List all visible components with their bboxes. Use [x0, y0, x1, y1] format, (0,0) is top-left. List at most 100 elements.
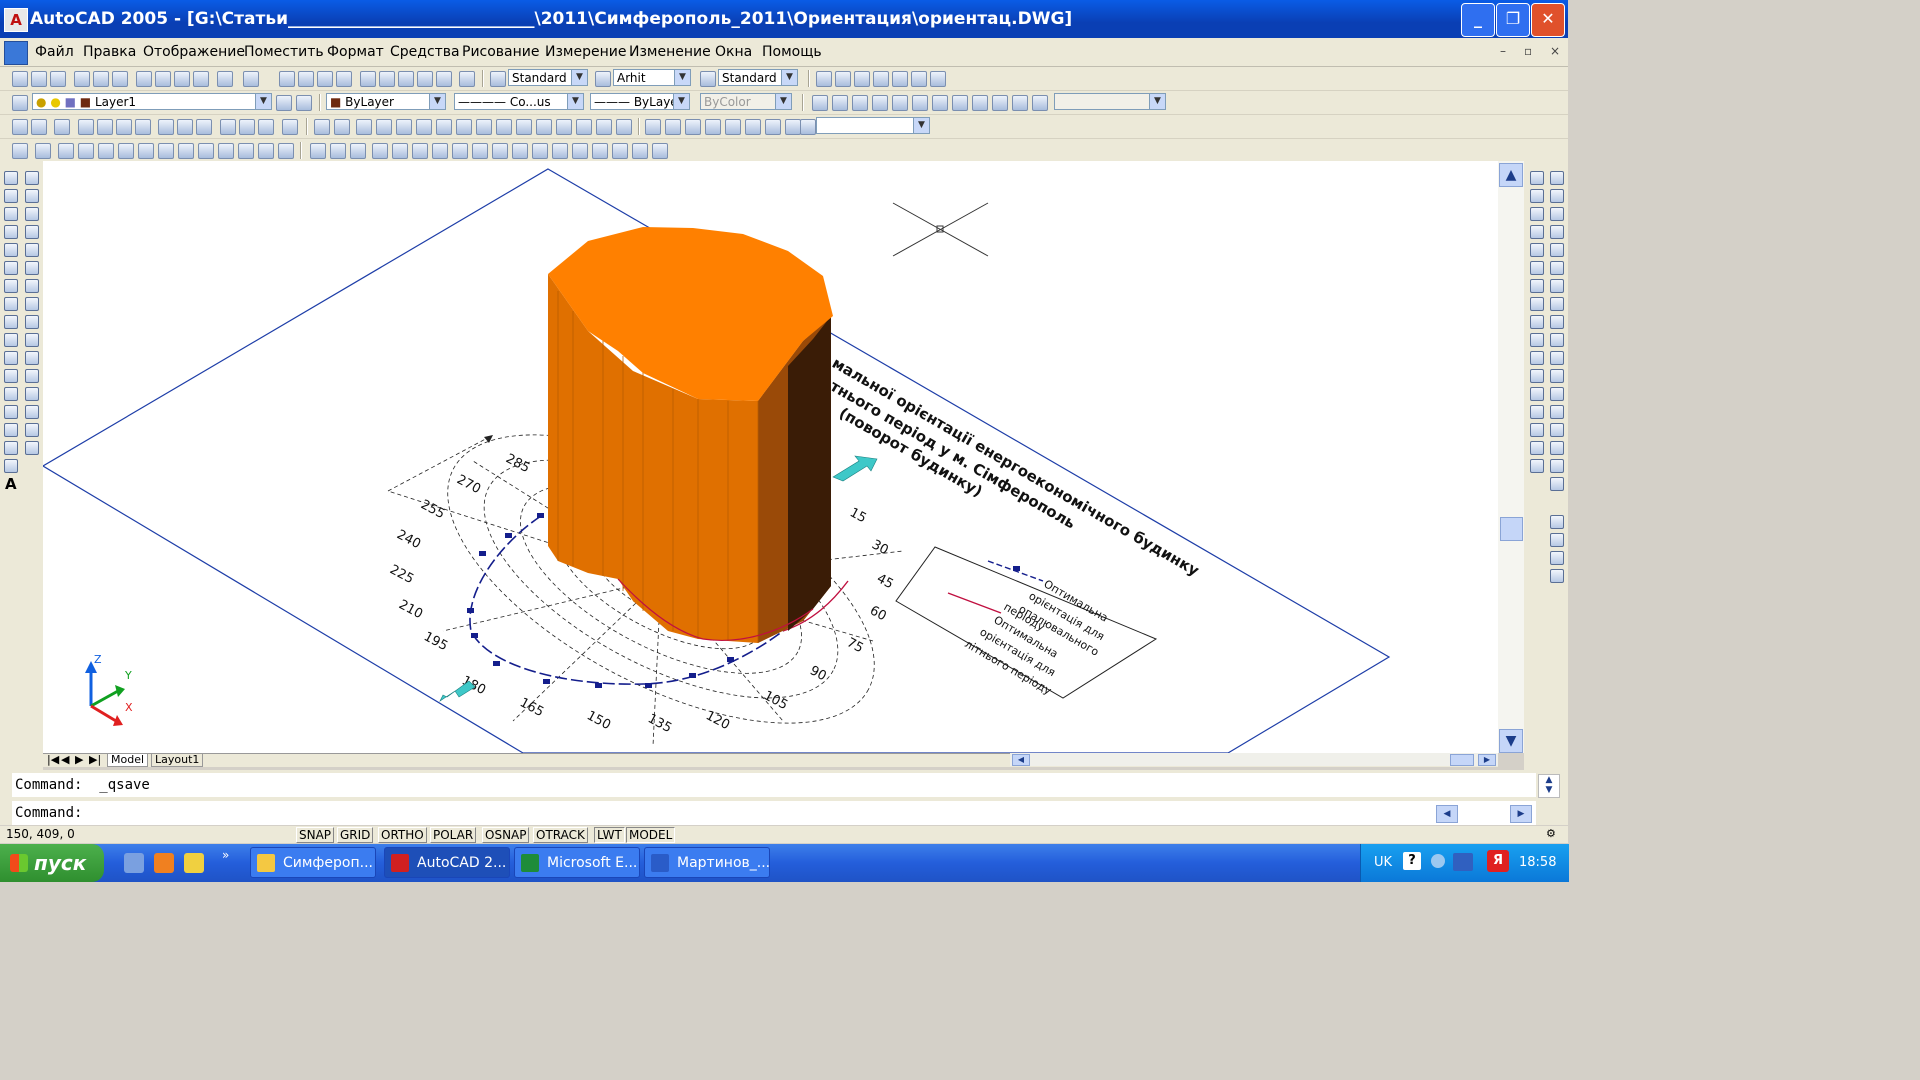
snap-perp-icon[interactable]: [1550, 279, 1564, 293]
linetype-select[interactable]: ———— Co...us ▼: [454, 93, 584, 110]
layer-previous-icon[interactable]: [1550, 515, 1564, 529]
view-front-icon[interactable]: [892, 95, 908, 111]
taper-faces-icon[interactable]: [472, 143, 488, 159]
scroll-up-icon[interactable]: ▲: [1499, 163, 1523, 187]
snap-diamond-icon[interactable]: [1550, 333, 1564, 347]
background-icon[interactable]: [745, 119, 761, 135]
dim-leader-icon[interactable]: [1530, 459, 1544, 473]
lwt-toggle[interactable]: LWT: [594, 827, 625, 843]
osnap-center-icon[interactable]: [1530, 243, 1544, 257]
view-back-icon[interactable]: [912, 95, 928, 111]
zoom-realtime-icon[interactable]: [298, 71, 314, 87]
tool-palettes-icon[interactable]: [398, 71, 414, 87]
snap-cross-icon[interactable]: [1550, 261, 1564, 275]
osnap-none-icon[interactable]: [1530, 387, 1544, 401]
otrack-toggle[interactable]: OTRACK: [533, 827, 588, 843]
landscape-icon[interactable]: [785, 119, 801, 135]
slice-icon[interactable]: [476, 119, 492, 135]
document-icon[interactable]: [4, 41, 28, 65]
spline-icon[interactable]: [4, 315, 18, 329]
temp-track-icon[interactable]: [1550, 171, 1564, 185]
layer-freeze-icon[interactable]: [1550, 551, 1564, 565]
ellipse-icon[interactable]: [4, 333, 18, 347]
plot-preview-icon[interactable]: [93, 71, 109, 87]
undo-icon[interactable]: [217, 71, 233, 87]
camera-icon[interactable]: [1012, 95, 1028, 111]
layer-previous-icon[interactable]: [296, 95, 312, 111]
scenes-icon[interactable]: [645, 119, 661, 135]
fillet-icon[interactable]: [25, 423, 39, 437]
tab-next-icon[interactable]: ▶: [75, 754, 83, 766]
tab-model[interactable]: Model: [107, 754, 149, 767]
osnap-nearest-icon[interactable]: [1530, 369, 1544, 383]
dim-radius-icon[interactable]: [1530, 441, 1544, 455]
menu-format[interactable]: Формат: [327, 44, 384, 60]
array-icon[interactable]: [25, 243, 39, 257]
point-icon[interactable]: [4, 405, 18, 419]
cylinder-icon[interactable]: [356, 119, 372, 135]
snap-quad-icon[interactable]: [1550, 225, 1564, 239]
lineweight-select[interactable]: ——— ByLayer ▼: [590, 93, 690, 110]
save-icon[interactable]: [50, 71, 66, 87]
osnap-settings-icon[interactable]: [1530, 405, 1544, 419]
color-select[interactable]: ■ ByLayer ▼: [326, 93, 446, 110]
copy-object-icon[interactable]: [25, 189, 39, 203]
explode-icon[interactable]: [25, 441, 39, 455]
quicklaunch-overflow-icon[interactable]: »: [222, 848, 229, 862]
horizontal-scrollbar[interactable]: ◀ ▶: [1010, 753, 1498, 766]
paste-icon[interactable]: [174, 71, 190, 87]
drawing-canvas[interactable]: 285 270 255 240 225 210 195 180 165 150 …: [43, 161, 1498, 753]
osnap-toggle[interactable]: OSNAP: [482, 827, 530, 843]
ortho-toggle[interactable]: ORTHO: [378, 827, 427, 843]
osnap-perpendicular-icon[interactable]: [1530, 297, 1544, 311]
flatshot-icon[interactable]: [596, 119, 612, 135]
view-nw-iso-icon[interactable]: [992, 95, 1008, 111]
polygon-icon[interactable]: [4, 225, 18, 239]
offset-icon[interactable]: [25, 225, 39, 239]
extrude-faces-icon[interactable]: [372, 143, 388, 159]
menu-help[interactable]: Помощь: [762, 44, 822, 60]
menu-window[interactable]: Окна: [715, 44, 752, 60]
scroll-right-icon[interactable]: ▶: [1478, 754, 1496, 766]
snap-line-icon[interactable]: [1550, 369, 1564, 383]
close-button[interactable]: ✕: [1531, 3, 1565, 37]
quicklaunch-autocad-icon[interactable]: [184, 853, 204, 873]
zoom-previous-icon[interactable]: [336, 71, 352, 87]
view-left-icon[interactable]: [852, 95, 868, 111]
properties-icon[interactable]: [360, 71, 376, 87]
revision-cloud-icon[interactable]: [4, 297, 18, 311]
view-sw-iso-icon[interactable]: [932, 95, 948, 111]
command-scroll-icon[interactable]: ▲ ▼: [1538, 774, 1560, 798]
sheet-set-icon[interactable]: [417, 71, 433, 87]
osnap-midpoint-icon[interactable]: [1530, 189, 1544, 203]
view-bottom-icon[interactable]: [832, 95, 848, 111]
help-icon[interactable]: [459, 71, 475, 87]
osnap-node-icon[interactable]: [1530, 351, 1544, 365]
menu-draw[interactable]: Рисование: [462, 44, 540, 60]
redo-icon[interactable]: [243, 71, 259, 87]
autocad-app-icon[interactable]: A: [4, 8, 28, 32]
linear-dim-icon[interactable]: [12, 119, 28, 135]
quicklaunch-browser-icon[interactable]: [154, 853, 174, 873]
display-icon[interactable]: [1453, 853, 1473, 871]
language-indicator[interactable]: UK: [1374, 855, 1392, 870]
ucs-y-icon[interactable]: [198, 143, 214, 159]
doc-restore-button[interactable]: ▫: [1524, 44, 1532, 58]
delete-faces-icon[interactable]: [432, 143, 448, 159]
move-faces-icon[interactable]: [392, 143, 408, 159]
section-icon[interactable]: [496, 119, 512, 135]
snap-arc-icon[interactable]: [1550, 351, 1564, 365]
scale-icon[interactable]: [25, 297, 39, 311]
command-input[interactable]: Command:: [12, 801, 1536, 825]
ucs-apply-icon[interactable]: [238, 143, 254, 159]
hscroll-thumb[interactable]: [1450, 754, 1474, 766]
rotate-icon[interactable]: [25, 279, 39, 293]
check-icon[interactable]: [652, 143, 668, 159]
erase-icon[interactable]: [25, 171, 39, 185]
copy-faces-icon[interactable]: [492, 143, 508, 159]
3d-wireframe-icon[interactable]: [854, 71, 870, 87]
command-scroll-right-icon[interactable]: ▶: [1510, 805, 1532, 823]
extend-icon[interactable]: [25, 351, 39, 365]
arc-icon[interactable]: [4, 261, 18, 275]
menu-modify[interactable]: Изменение: [629, 44, 711, 60]
